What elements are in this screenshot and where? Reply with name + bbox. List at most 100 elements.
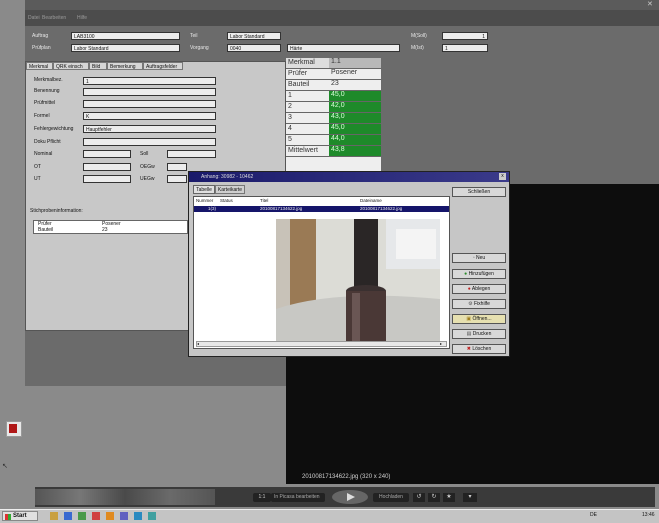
stichprobe-key: Bauteil [38,227,54,233]
auftrag-field[interactable]: LAB3100 [71,32,180,40]
playback-controls[interactable] [331,489,369,505]
star-icon[interactable]: ★ [443,493,455,502]
grid-key: Merkmal [288,59,315,66]
table-row[interactable]: 5 44,0 [286,135,381,146]
delete-button[interactable]: ✖ Löschen [452,344,506,354]
fehlergewichtung-field[interactable]: Hauptfehler [83,125,216,133]
grid-value: 42,0 [329,102,381,112]
app-icon[interactable] [148,512,156,520]
language-indicator[interactable]: DE [590,512,597,518]
print-button[interactable]: ▤ Drucken [452,329,506,339]
menu-chevron-icon[interactable]: ▾ [463,493,477,502]
teil-field[interactable]: Labor Standard [227,32,281,40]
attachment-preview-image [276,219,440,341]
app-icon[interactable] [106,512,114,520]
rotate-right-icon[interactable]: ↻ [428,493,440,502]
close-icon[interactable]: ✕ [647,1,655,9]
table-row[interactable]: 1(3) 2010081713462​2.jpg 20100817134622.… [194,206,449,212]
tab-qrk-einsch[interactable]: QRK einsch [53,62,89,70]
table-row[interactable]: 1 45,0 [286,91,381,102]
formel-field[interactable]: K [83,112,216,120]
app-icon[interactable] [78,512,86,520]
browser-icon[interactable] [64,512,72,520]
dokupflicht-field[interactable] [83,138,216,146]
vorgang-field[interactable]: 0040 [227,44,281,52]
oegw-field[interactable] [167,163,187,171]
edit-in-picasa-button[interactable]: In Picasa bearbeiten [271,493,325,502]
soll-field[interactable] [167,150,216,158]
column-header[interactable]: Titel [260,198,268,203]
merkmalbez-field[interactable]: 1 [83,77,216,85]
table-row[interactable]: 4 45,0 [286,124,381,135]
fixhilfe-button[interactable]: ⚙ Fixhilfe [452,299,506,309]
ot-field[interactable] [83,163,131,171]
soll-label: Soll [140,151,149,157]
zoom-label[interactable]: 1:1 [253,493,271,502]
scroll-right-icon[interactable]: ▸ [440,342,446,346]
close-icon[interactable]: x [499,173,506,180]
dialog-title: Anhang: 30982 - 10462 x [189,172,509,182]
folder-icon[interactable] [50,512,58,520]
add-button[interactable]: ● Hinzufügen [452,269,506,279]
cell-titel: 2010081713462​2.jpg [260,206,303,211]
app-icon[interactable] [6,421,22,437]
haerte-field[interactable]: Härte [287,44,400,52]
msoll-field[interactable]: 1 [442,32,488,40]
value-grid: Merkmal 1.1 Prüfer Posener Bauteil 23 1 45,… [286,58,381,184]
column-header[interactable]: Status [220,198,233,203]
quicklaunch-icons[interactable] [48,511,268,521]
attachment-list[interactable]: Nummer Status Titel Dateiname 1(3) 20100… [193,196,450,349]
app-icon[interactable] [134,512,142,520]
tab-bemerkung[interactable]: Bemerkung [107,62,143,70]
store-button[interactable]: ● Ablegen [452,284,506,294]
upload-button[interactable]: Hochladen [373,493,409,502]
table-row[interactable]: Prüfer Posener [286,69,381,80]
ut-field[interactable] [83,175,131,183]
benennung-field[interactable] [83,88,216,96]
table-row[interactable]: Bauteil 23 [286,80,381,91]
store-label: Ablegen [471,286,491,292]
start-button[interactable]: Start [2,511,38,521]
menu-item-bearbeiten[interactable]: Bearbeiten [42,15,66,21]
grid-value: 43,0 [329,113,381,123]
grid-value: 1.1 [329,58,381,68]
mist-field[interactable]: 1 [442,44,488,52]
pruefmittel-field[interactable] [83,100,216,108]
oegw-label: OEGw [140,164,155,170]
fixhilfe-label: Fixhilfe [474,301,490,307]
photo-strip: 1:1 In Picasa bearbeiten Hochladen ↺ ↻ ★… [35,487,655,507]
table-row[interactable]: 2 42,0 [286,102,381,113]
tab-karteikarte[interactable]: Karteikarte [215,185,245,194]
thumbnail-strip[interactable] [35,489,215,505]
menu-item-datei[interactable]: Datei [28,15,40,21]
scroll-left-icon[interactable]: ◂ [197,342,203,346]
start-label: Start [13,513,27,519]
column-header[interactable]: Dateiname [360,198,382,203]
dialog-title-text: Anhang: 30982 - 10462 [201,174,254,180]
app-icon[interactable] [120,512,128,520]
tab-bild[interactable]: Bild [89,62,107,70]
pruefplan-field[interactable]: Labor Standard [71,44,180,52]
open-button[interactable]: ▣ Öffnen... [452,314,506,324]
uegw-field[interactable] [167,175,187,183]
horizontal-scrollbar[interactable]: ◂ ▸ [196,341,447,347]
grid-value: 43,8 [329,146,381,156]
rotate-left-icon[interactable]: ↺ [413,493,425,502]
new-button[interactable]: ▫ Neu [452,253,506,263]
uegw-label: UEGw [140,176,155,182]
menu-item-hilfe[interactable]: Hilfe [77,15,87,21]
app-icon[interactable] [92,512,100,520]
tab-merkmal[interactable]: Merkmal [26,62,53,70]
table-row[interactable]: Mittelwert 43,8 [286,146,381,157]
column-header[interactable]: Nummer [196,198,213,203]
msoll-label: M(Soll) [411,33,427,39]
mist-label: M(Ist) [411,45,424,51]
play-icon[interactable] [331,489,369,505]
tab-auftragsfelder[interactable]: Auftragsfelder [143,62,183,70]
tab-tabelle[interactable]: Tabelle [193,185,215,194]
nominal-field[interactable] [83,150,131,158]
table-row[interactable]: 3 43,0 [286,113,381,124]
cell-nummer: 1(3) [208,206,217,211]
close-button[interactable]: Schließen [452,187,506,197]
grid-key: 1 [288,92,292,99]
